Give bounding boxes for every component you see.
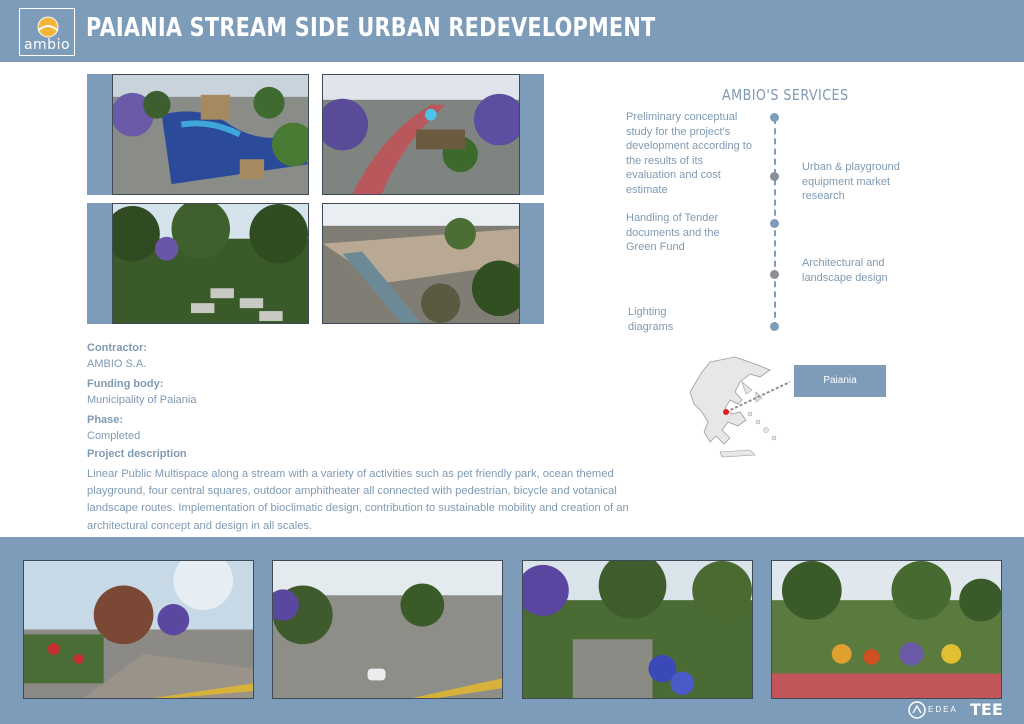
service-item: Preliminary conceptual study for the pro… xyxy=(626,111,752,196)
timeline-dot xyxy=(770,113,779,122)
timeline-dot xyxy=(770,270,779,279)
project-description: Linear Public Multispace along a stream … xyxy=(87,468,629,532)
ambio-logo: ambio xyxy=(19,8,75,56)
bottom-render-3 xyxy=(522,560,753,699)
description-label: Project description xyxy=(87,448,187,460)
service-item: Handling of Tender documents and the Gre… xyxy=(626,212,720,253)
render-image-bike-path xyxy=(322,74,520,195)
location-marker-icon xyxy=(723,409,729,415)
phase-value: Completed xyxy=(87,430,141,442)
funding-label: Funding body: xyxy=(87,378,164,390)
service-item: Urban & playground equipment market rese… xyxy=(802,161,900,202)
header-bar: ambio PAIANIA STREAM SIDE URBAN REDEVELO… xyxy=(0,0,1024,62)
timeline-dot xyxy=(770,219,779,228)
tee-logo: TEE xyxy=(970,700,1003,719)
image-frame-3 xyxy=(87,203,309,324)
render-image-stream xyxy=(322,203,520,324)
edea-logo-icon xyxy=(908,701,926,719)
bottom-render-4 xyxy=(771,560,1002,699)
image-frame-4 xyxy=(322,203,544,324)
service-item: Lighting diagrams xyxy=(628,306,674,333)
image-frame-1 xyxy=(87,74,309,195)
map-location-label: Paiania xyxy=(794,365,886,397)
timeline-dot xyxy=(770,172,779,181)
services-title: AMBIO'S SERVICES xyxy=(722,86,849,104)
image-frame-2 xyxy=(322,74,544,195)
render-image-garden xyxy=(112,203,309,324)
greece-map xyxy=(689,356,790,458)
funding-value: Municipality of Paiania xyxy=(87,394,197,406)
edea-logo-text: EDEA xyxy=(928,705,958,714)
bottom-render-1 xyxy=(23,560,254,699)
timeline-dot xyxy=(770,322,779,331)
phase-label: Phase: xyxy=(87,414,124,426)
service-item: Architectural and landscape design xyxy=(802,257,888,284)
contractor-label: Contractor: xyxy=(87,342,147,354)
page-title: PAIANIA STREAM SIDE URBAN REDEVELOPMENT xyxy=(86,13,656,43)
logo-text: ambio xyxy=(23,37,71,53)
render-image-playground xyxy=(112,74,309,195)
bottom-render-2 xyxy=(272,560,503,699)
contractor-value: AMBIO S.A. xyxy=(87,358,147,370)
